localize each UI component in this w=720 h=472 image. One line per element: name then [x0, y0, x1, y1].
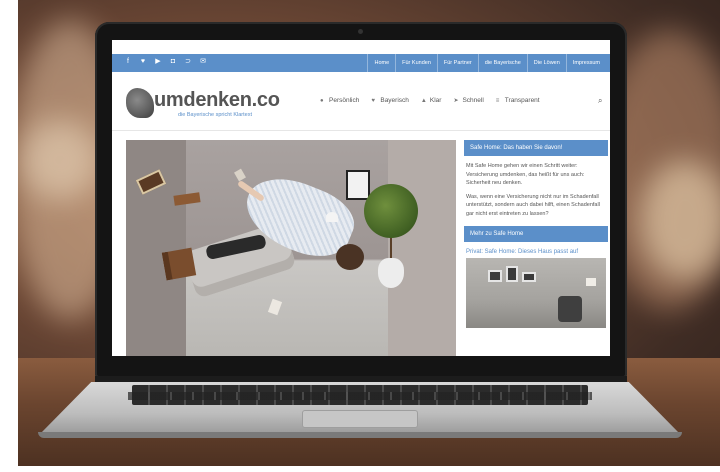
- top-links: Home Für Kunden Für Partner die Bayerisc…: [367, 54, 606, 72]
- facebook-icon[interactable]: f: [124, 57, 132, 67]
- toplink-kunden[interactable]: Für Kunden: [395, 54, 437, 72]
- hero-image: [126, 140, 456, 356]
- floating-drawer-image: [161, 247, 197, 281]
- social-links: f ♥ ▶ ◘ ⊃ ✉: [124, 57, 207, 67]
- toplink-home[interactable]: Home: [367, 54, 395, 72]
- user-icon: ●: [320, 97, 324, 104]
- plant-image: [364, 184, 418, 238]
- nav-item-bayerisch[interactable]: ♥ Bayerisch: [371, 97, 409, 104]
- nav-item-transparent[interactable]: ≡ Transparent: [496, 97, 540, 104]
- toplink-impressum[interactable]: Impressum: [565, 54, 606, 72]
- webcam: [358, 29, 363, 34]
- logo-text: umdenken.co: [154, 89, 280, 111]
- rss-icon[interactable]: ⊃: [184, 57, 192, 67]
- nav-label: Transparent: [504, 97, 540, 104]
- sidebar-box-title: Safe Home: Das haben Sie davon!: [464, 140, 608, 156]
- site-logo[interactable]: umdenken.co die Bayerische spricht Klart…: [126, 88, 280, 122]
- safe-home-thumbnail[interactable]: [466, 258, 606, 328]
- laptop-screen: f ♥ ▶ ◘ ⊃ ✉ Home Für Kunden Für Partner …: [112, 40, 610, 356]
- nav-label: Bayerisch: [380, 97, 409, 104]
- header-divider: [112, 130, 610, 131]
- toplink-loewen[interactable]: Die Löwen: [526, 54, 566, 72]
- youtube-icon[interactable]: ▶: [154, 57, 162, 67]
- lion-logo-icon: [126, 88, 154, 118]
- sidebar-paragraph: Was, wenn eine Versicherung nicht nur im…: [466, 193, 600, 217]
- laptop-trackpad: [302, 410, 418, 428]
- nav-item-persoenlich[interactable]: ● Persönlich: [320, 97, 359, 104]
- plant-pot-image: [378, 258, 404, 288]
- search-icon[interactable]: ⌕: [598, 96, 602, 106]
- list-icon: ≡: [495, 97, 500, 104]
- nav-label: Klar: [429, 97, 442, 104]
- toplink-partner[interactable]: Für Partner: [436, 54, 478, 72]
- instagram-icon[interactable]: ◘: [169, 57, 177, 67]
- window-image: [346, 170, 370, 200]
- nav-item-klar[interactable]: ▲ Klar: [421, 97, 442, 104]
- main-navigation: ● Persönlich ♥ Bayerisch ▲ Klar ➤ Schnel…: [320, 97, 540, 104]
- top-bar: f ♥ ▶ ◘ ⊃ ✉ Home Für Kunden Für Partner …: [112, 54, 610, 72]
- nav-item-schnell[interactable]: ➤ Schnell: [453, 97, 483, 104]
- sidebar-box-text: Mit Safe Home gehen wir einen Schritt we…: [464, 156, 608, 218]
- heart-icon: ♥: [371, 97, 375, 104]
- sidebar-paragraph: Mit Safe Home gehen wir einen Schritt we…: [466, 163, 585, 186]
- safe-home-link[interactable]: Privat: Safe Home: Dieses Haus passt auf: [464, 242, 608, 258]
- rocket-icon: ➤: [453, 97, 459, 104]
- sidebar-box2-title: Mehr zu Safe Home: [464, 226, 608, 242]
- thumbs-up-icon: ▲: [420, 97, 427, 104]
- twitter-icon[interactable]: ♥: [139, 57, 147, 67]
- toplink-bayerische[interactable]: die Bayerische: [477, 54, 527, 72]
- email-icon[interactable]: ✉: [199, 57, 207, 67]
- sidebar: Safe Home: Das haben Sie davon! Mit Safe…: [464, 140, 608, 328]
- logo-tagline: die Bayerische spricht Klartext: [178, 112, 252, 118]
- nav-label: Schnell: [462, 97, 484, 104]
- nav-label: Persönlich: [329, 97, 360, 104]
